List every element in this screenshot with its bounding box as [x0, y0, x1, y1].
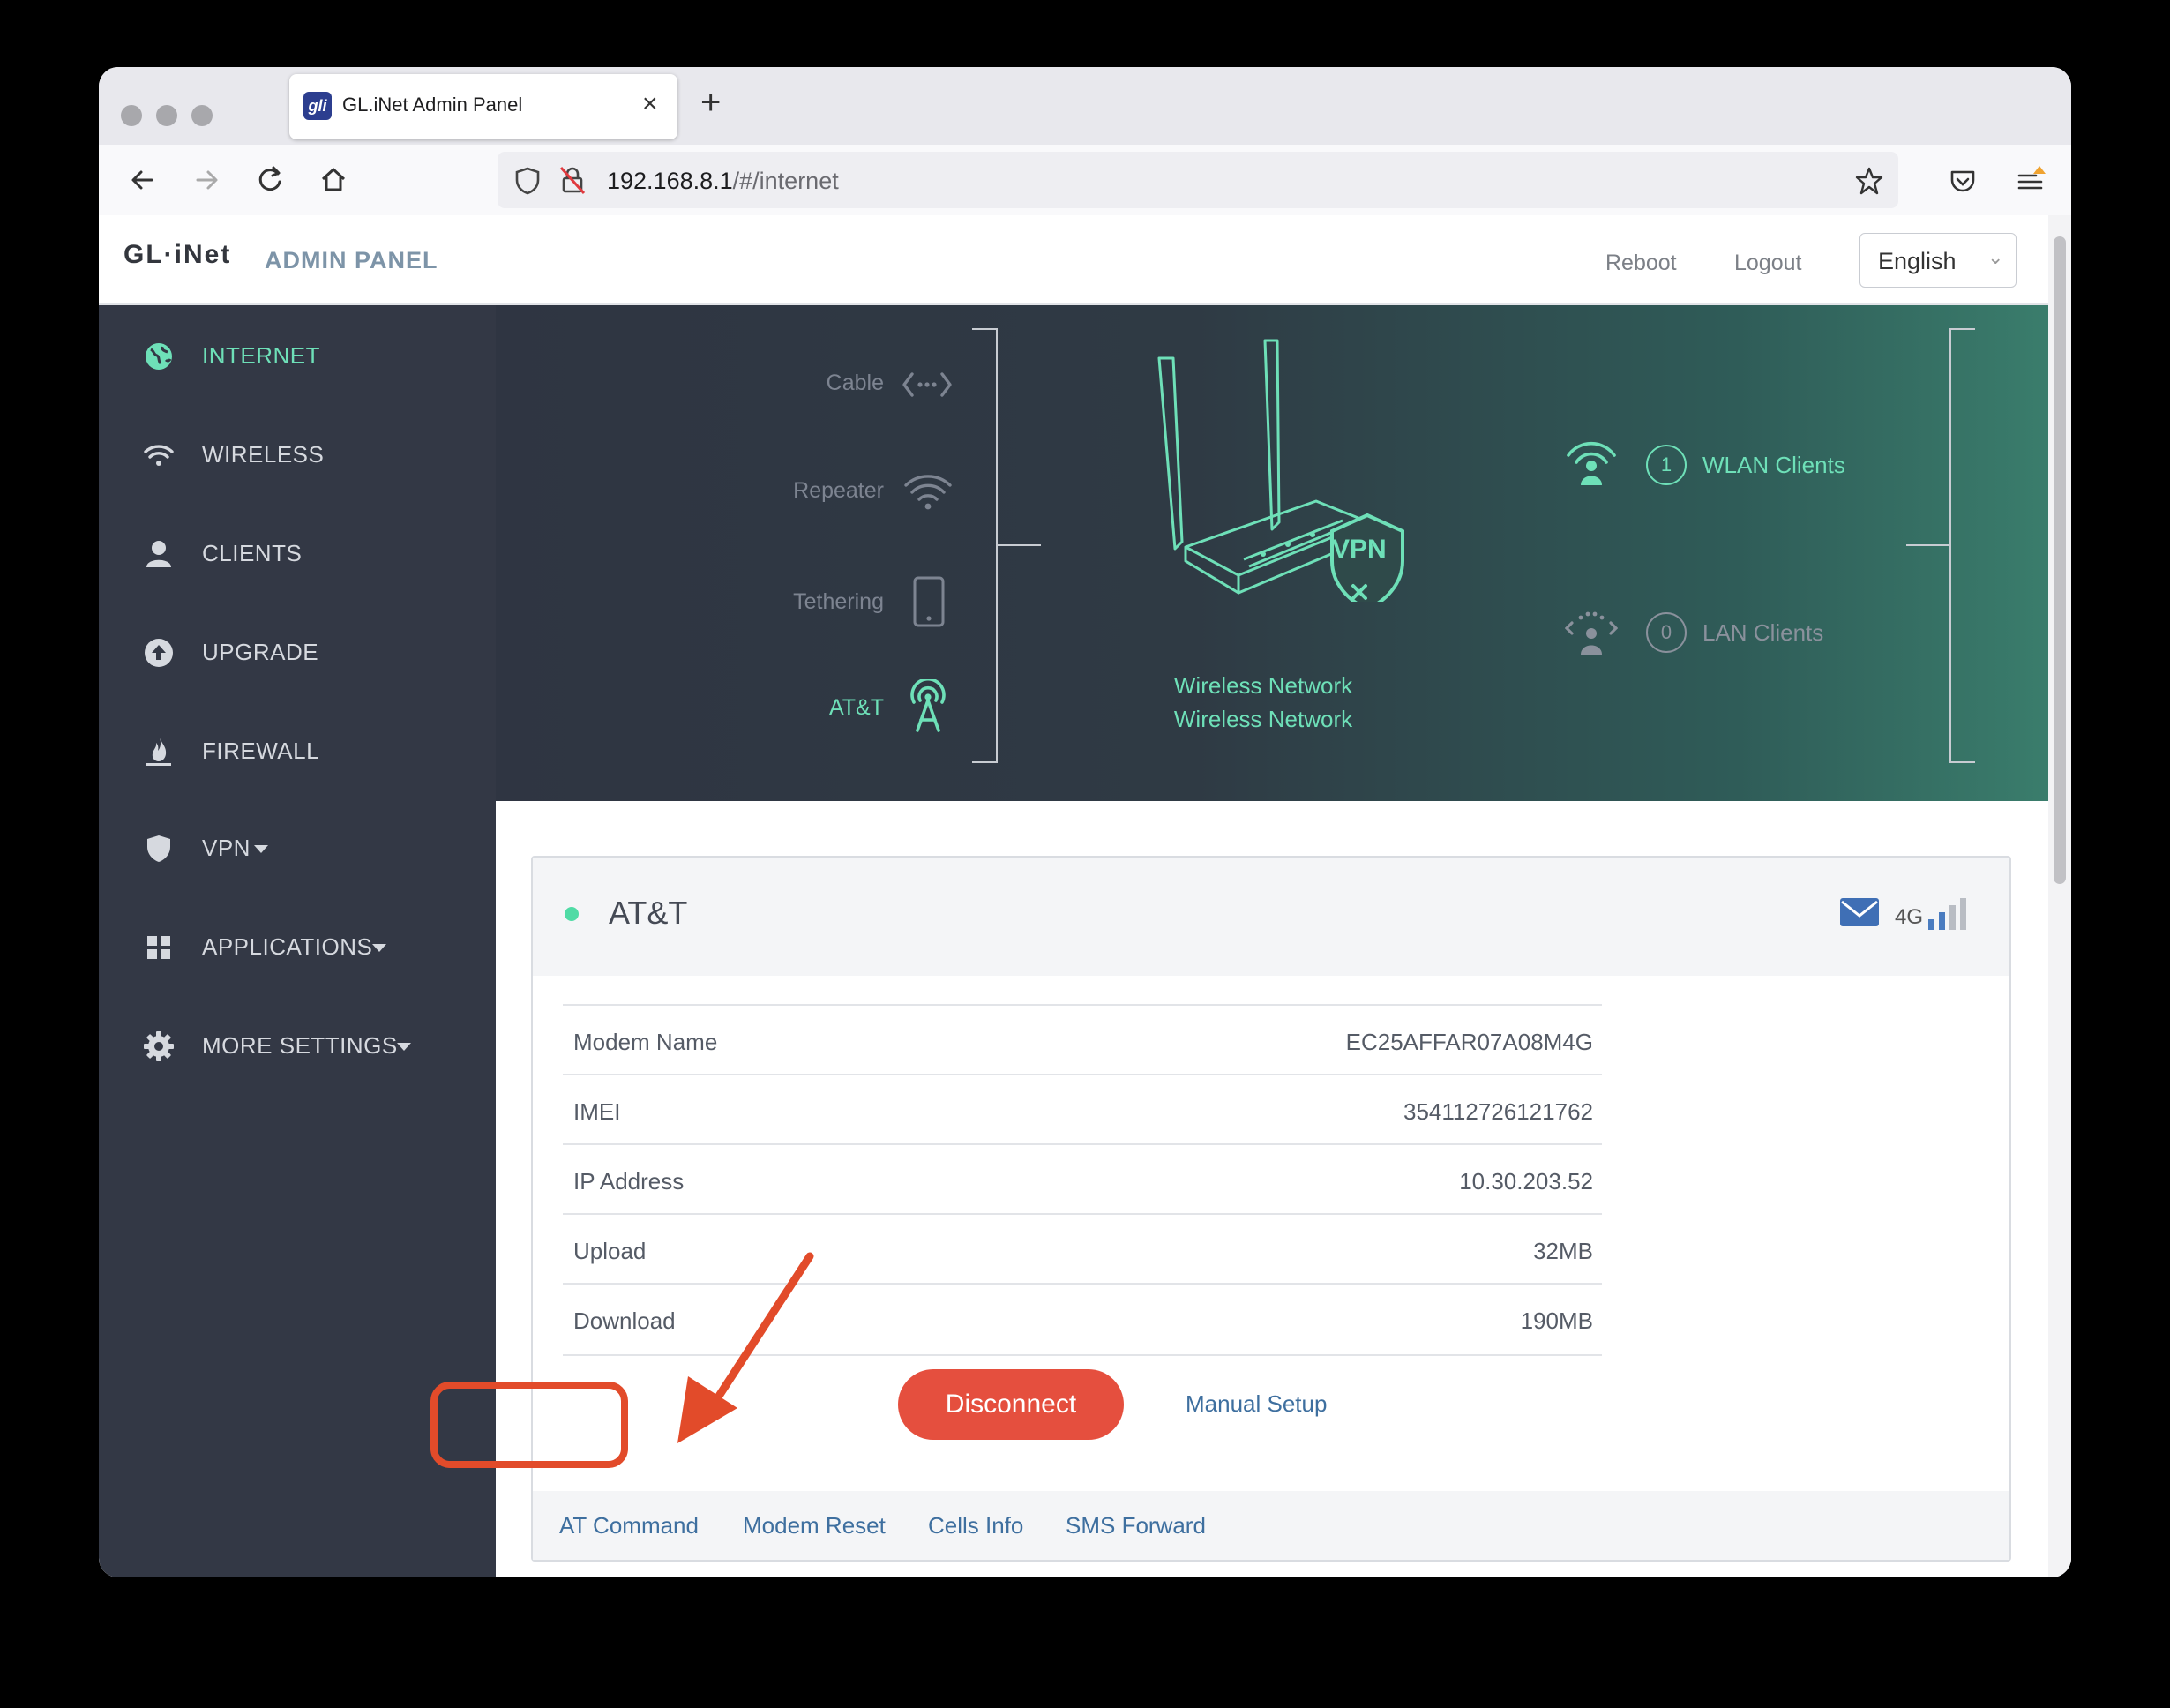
annotation-arrow-icon [677, 1252, 814, 1443]
annotation-highlight-box [430, 1382, 628, 1468]
